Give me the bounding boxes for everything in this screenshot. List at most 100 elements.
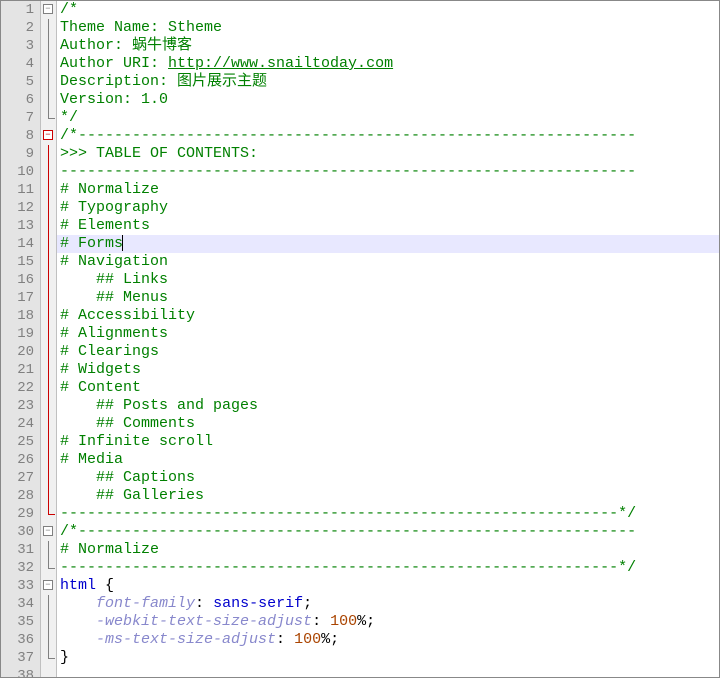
line-number: 20 — [1, 343, 41, 361]
code-content[interactable]: # Normalize — [57, 181, 719, 199]
code-content[interactable]: # Clearings — [57, 343, 719, 361]
code-line[interactable]: 35 -webkit-text-size-adjust: 100%; — [1, 613, 719, 631]
fold-gutter — [41, 325, 57, 343]
code-line[interactable]: 15# Navigation — [1, 253, 719, 271]
code-content[interactable]: ## Menus — [57, 289, 719, 307]
code-editor[interactable]: 1−/*2Theme Name: Stheme3Author: 蜗牛博客4Aut… — [0, 0, 720, 678]
code-content[interactable]: /*--------------------------------------… — [57, 127, 719, 145]
code-line[interactable]: 7*/ — [1, 109, 719, 127]
code-line[interactable]: 24 ## Comments — [1, 415, 719, 433]
code-line[interactable]: 36 -ms-text-size-adjust: 100%; — [1, 631, 719, 649]
code-content[interactable]: ----------------------------------------… — [57, 163, 719, 181]
code-line[interactable]: 9>>> TABLE OF CONTENTS: — [1, 145, 719, 163]
code-content[interactable]: # Content — [57, 379, 719, 397]
code-line[interactable]: 2Theme Name: Stheme — [1, 19, 719, 37]
code-line[interactable]: 10--------------------------------------… — [1, 163, 719, 181]
code-content[interactable] — [57, 667, 719, 678]
code-content[interactable]: # Media — [57, 451, 719, 469]
code-content[interactable]: # Normalize — [57, 541, 719, 559]
code-content[interactable]: Author: 蜗牛博客 — [57, 37, 719, 55]
code-content[interactable]: # Forms — [57, 235, 719, 253]
code-line[interactable]: 28 ## Galleries — [1, 487, 719, 505]
fold-toggle-icon[interactable]: − — [43, 130, 53, 140]
code-content[interactable]: Theme Name: Stheme — [57, 19, 719, 37]
code-line[interactable]: 19# Alignments — [1, 325, 719, 343]
code-content[interactable]: /*--------------------------------------… — [57, 523, 719, 541]
code-content[interactable]: # Accessibility — [57, 307, 719, 325]
code-line[interactable]: 31# Normalize — [1, 541, 719, 559]
code-token: 100 — [330, 613, 357, 630]
fold-toggle-icon[interactable]: − — [43, 4, 53, 14]
code-line[interactable]: 3Author: 蜗牛博客 — [1, 37, 719, 55]
code-content[interactable]: # Alignments — [57, 325, 719, 343]
code-line[interactable]: 27 ## Captions — [1, 469, 719, 487]
code-line[interactable]: 37} — [1, 649, 719, 667]
code-content[interactable]: # Infinite scroll — [57, 433, 719, 451]
fold-line — [48, 199, 49, 217]
code-content[interactable]: Author URI: http://www.snailtoday.com — [57, 55, 719, 73]
code-content[interactable]: ----------------------------------------… — [57, 559, 719, 577]
code-content[interactable]: ## Captions — [57, 469, 719, 487]
code-line[interactable]: 11# Normalize — [1, 181, 719, 199]
code-line[interactable]: 17 ## Menus — [1, 289, 719, 307]
code-content[interactable]: ----------------------------------------… — [57, 505, 719, 523]
code-content[interactable]: ## Posts and pages — [57, 397, 719, 415]
fold-gutter — [41, 433, 57, 451]
code-content[interactable]: >>> TABLE OF CONTENTS: — [57, 145, 719, 163]
fold-toggle-icon[interactable]: − — [43, 526, 53, 536]
fold-gutter — [41, 91, 57, 109]
code-content[interactable]: /* — [57, 1, 719, 19]
code-line[interactable]: 14# Forms — [1, 235, 719, 253]
code-line[interactable]: 29--------------------------------------… — [1, 505, 719, 523]
code-line[interactable]: 12# Typography — [1, 199, 719, 217]
code-line[interactable]: 23 ## Posts and pages — [1, 397, 719, 415]
code-content[interactable]: } — [57, 649, 719, 667]
code-line[interactable]: 33−html { — [1, 577, 719, 595]
code-content[interactable]: */ — [57, 109, 719, 127]
code-content[interactable]: Version: 1.0 — [57, 91, 719, 109]
fold-gutter — [41, 235, 57, 253]
code-line[interactable]: 20 # Clearings — [1, 343, 719, 361]
code-line[interactable]: 4Author URI: http://www.snailtoday.com — [1, 55, 719, 73]
code-content[interactable]: ## Comments — [57, 415, 719, 433]
code-content[interactable]: # Navigation — [57, 253, 719, 271]
code-content[interactable]: font-family: sans-serif; — [57, 595, 719, 613]
code-token: # Forms — [60, 235, 123, 252]
code-line[interactable]: 13# Elements — [1, 217, 719, 235]
code-content[interactable]: ## Links — [57, 271, 719, 289]
code-content[interactable]: -webkit-text-size-adjust: 100%; — [57, 613, 719, 631]
code-line[interactable]: 21# Widgets — [1, 361, 719, 379]
code-token: } — [60, 649, 69, 666]
code-content[interactable]: html { — [57, 577, 719, 595]
code-line[interactable]: 8−/*------------------------------------… — [1, 127, 719, 145]
fold-line — [48, 307, 49, 325]
code-line[interactable]: 25 # Infinite scroll — [1, 433, 719, 451]
code-line[interactable]: 26# Media — [1, 451, 719, 469]
fold-line — [48, 37, 49, 55]
line-number: 37 — [1, 649, 41, 667]
code-line[interactable]: 32--------------------------------------… — [1, 559, 719, 577]
code-content[interactable]: ## Galleries — [57, 487, 719, 505]
code-content[interactable]: # Elements — [57, 217, 719, 235]
code-content[interactable]: # Widgets — [57, 361, 719, 379]
code-line[interactable]: 18# Accessibility — [1, 307, 719, 325]
code-line[interactable]: 16 ## Links — [1, 271, 719, 289]
code-line[interactable]: 34 font-family: sans-serif; — [1, 595, 719, 613]
code-line[interactable]: 5Description: 图片展示主题 — [1, 73, 719, 91]
code-line[interactable]: 22# Content — [1, 379, 719, 397]
code-token: # Typography — [60, 199, 168, 216]
code-line[interactable]: 1−/* — [1, 1, 719, 19]
line-number: 8 — [1, 127, 41, 145]
code-content[interactable]: -ms-text-size-adjust: 100%; — [57, 631, 719, 649]
fold-toggle-icon[interactable]: − — [43, 580, 53, 590]
fold-line — [48, 73, 49, 91]
code-line[interactable]: 30−/*-----------------------------------… — [1, 523, 719, 541]
code-content[interactable]: # Typography — [57, 199, 719, 217]
code-line[interactable]: 6Version: 1.0 — [1, 91, 719, 109]
code-token: font-family — [96, 595, 195, 612]
code-line[interactable]: 38 — [1, 667, 719, 678]
code-token: Version: 1.0 — [60, 91, 168, 108]
line-number: 25 — [1, 433, 41, 451]
code-token: %; — [321, 631, 339, 648]
code-content[interactable]: Description: 图片展示主题 — [57, 73, 719, 91]
